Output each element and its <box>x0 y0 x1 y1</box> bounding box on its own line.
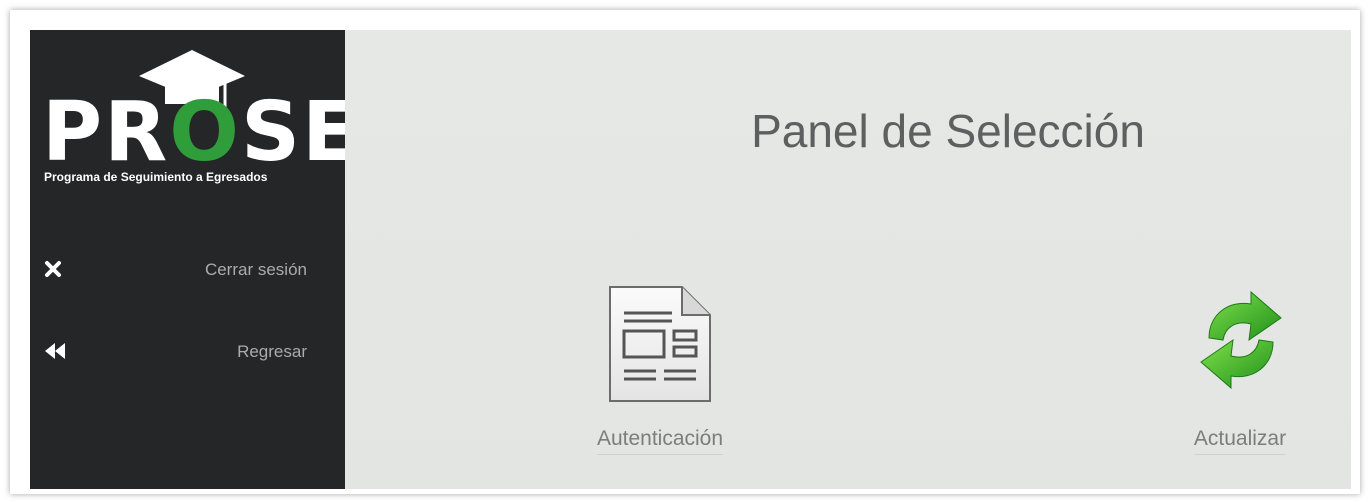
sidebar-item-regresar[interactable]: Regresar <box>30 334 345 374</box>
document-icon <box>609 286 711 402</box>
refresh-icon <box>1200 290 1282 390</box>
prose-logo[interactable]: PROSE Programa de Seguimiento a Egresado… <box>42 48 358 188</box>
logo-letters-right: SE <box>240 85 361 180</box>
tile-actualizar[interactable]: Actualizar <box>1175 290 1305 465</box>
tile-label: Actualizar <box>1175 427 1305 455</box>
sidebar-item-cerrar-sesion[interactable]: Cerrar sesión <box>30 252 345 292</box>
logo-letters-left: PR <box>42 85 170 180</box>
tile-label-text: Actualizar <box>1193 427 1287 455</box>
logo-wordmark: PROSE <box>42 92 360 174</box>
tile-label-text: Autenticación <box>596 427 724 455</box>
logo-subtitle: Programa de Seguimiento a Egresados <box>44 170 268 184</box>
close-icon <box>44 260 64 280</box>
sidebar: PROSE Programa de Seguimiento a Egresado… <box>30 30 358 489</box>
sidebar-item-label: Cerrar sesión <box>204 260 307 279</box>
page-title: Panel de Selección <box>751 105 1145 157</box>
main-panel: Panel de Selección Autenticación Actuali… <box>345 30 1351 489</box>
tile-label: Autenticación <box>575 427 745 455</box>
fast-backward-icon <box>44 342 65 362</box>
sidebar-item-label: Regresar <box>237 342 307 361</box>
tile-autenticacion[interactable]: Autenticación <box>575 285 745 465</box>
logo-letter-o: O <box>169 85 241 180</box>
